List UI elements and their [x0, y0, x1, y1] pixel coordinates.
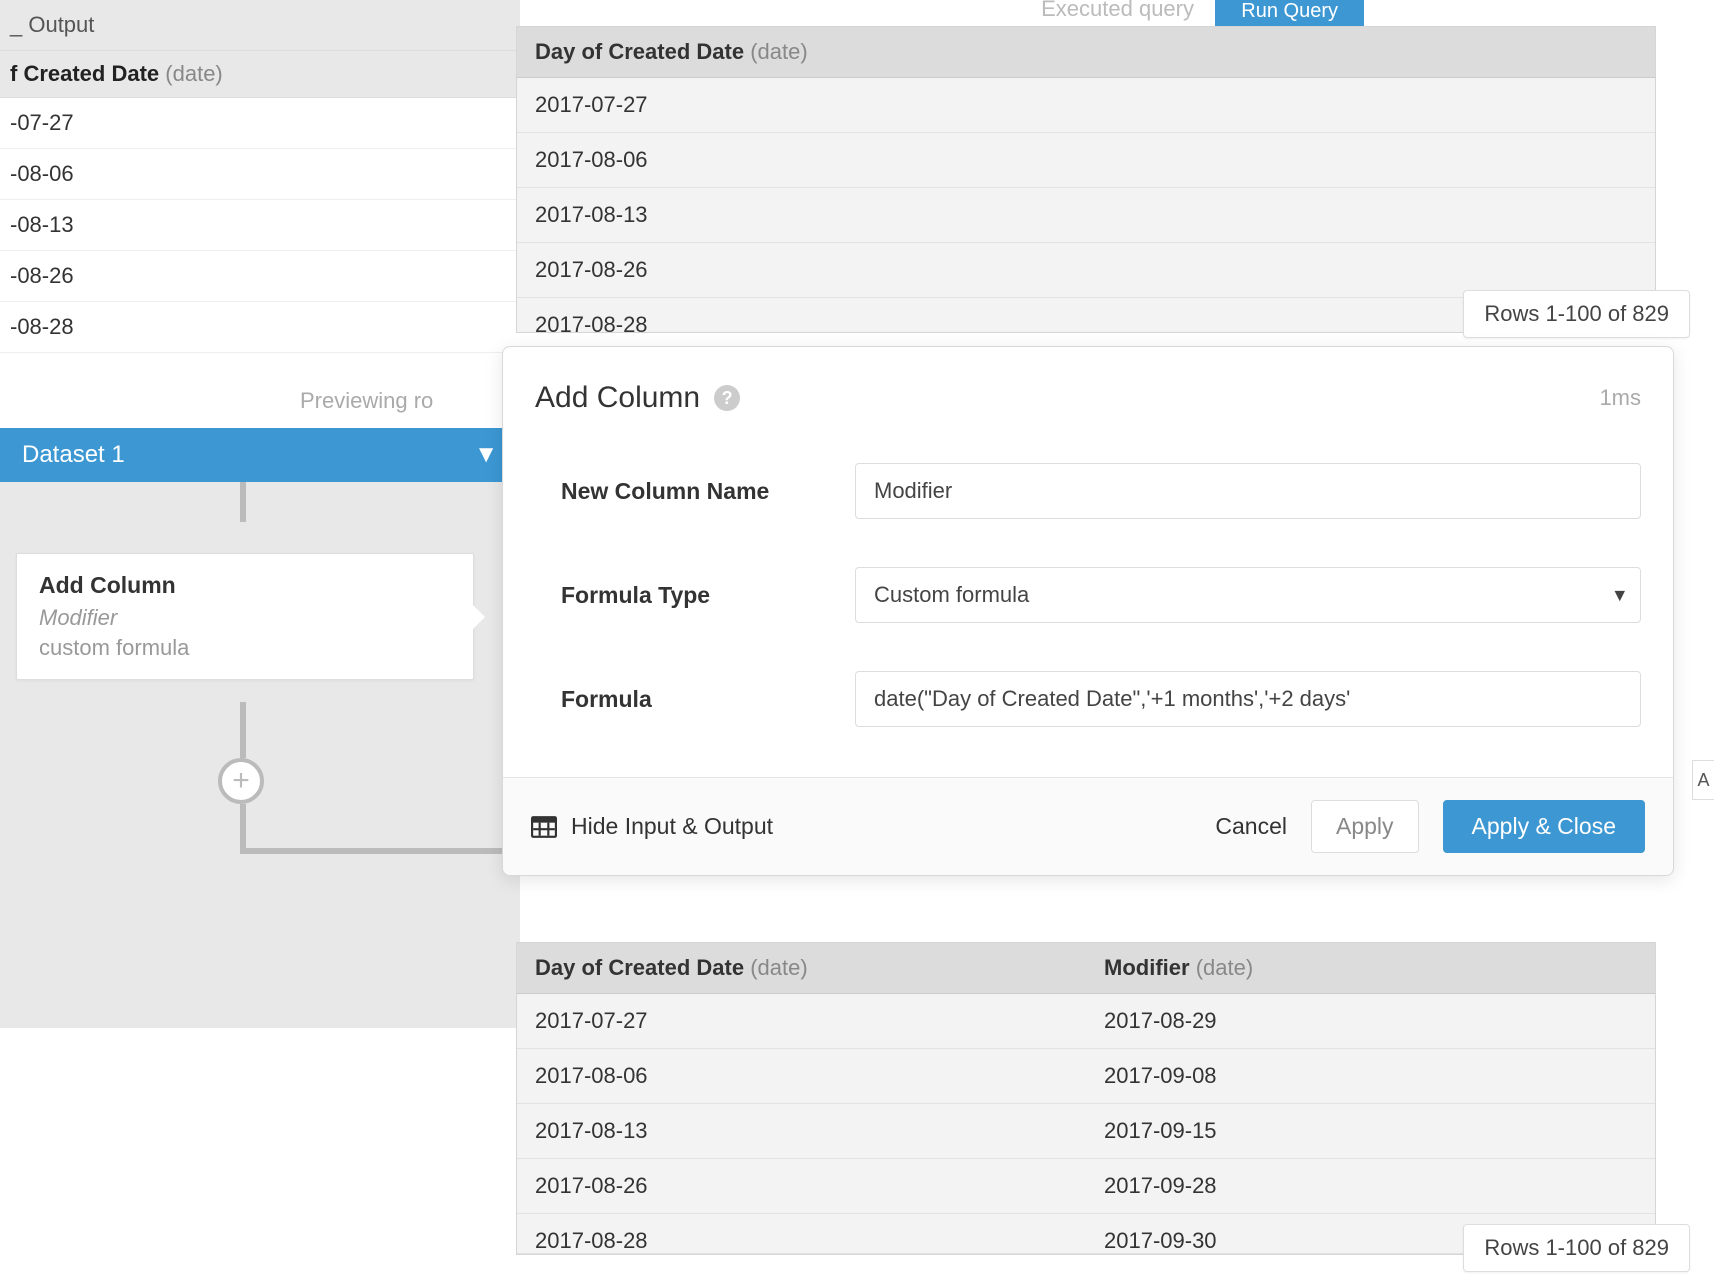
apply-close-button[interactable]: Apply & Close	[1443, 800, 1645, 853]
formula-input[interactable]	[855, 671, 1641, 727]
table-row: -07-27	[0, 98, 520, 149]
column-label: Day of Created Date	[535, 955, 744, 980]
table-row: -08-26	[0, 251, 520, 302]
table-cell: 2017-08-13	[517, 1104, 1086, 1159]
apply-button[interactable]: Apply	[1311, 800, 1419, 853]
table-cell: 2017-09-08	[1086, 1049, 1655, 1104]
left-output-title: _ Output	[10, 12, 94, 37]
table-row: 2017-08-06	[517, 133, 1655, 188]
left-column-label: f Created Date	[10, 61, 159, 86]
node-title: Add Column	[39, 572, 451, 599]
table-cell: 2017-07-27	[517, 994, 1086, 1049]
chevron-down-icon: ▼	[474, 441, 498, 469]
left-output-header: _ Output	[0, 0, 520, 51]
rows-count-badge: Rows 1-100 of 829	[1463, 290, 1690, 338]
executed-query-label: Executed query	[1041, 0, 1194, 22]
table-cell: 2017-08-26	[517, 1159, 1086, 1214]
table-row: -08-13	[0, 200, 520, 251]
node-formula-type: custom formula	[39, 635, 451, 661]
table-row: 2017-08-13	[517, 188, 1655, 243]
new-column-name-label: New Column Name	[535, 478, 855, 505]
help-icon[interactable]: ?	[714, 385, 740, 411]
table-cell: 2017-09-28	[1086, 1159, 1655, 1214]
table-cell: 2017-08-28	[517, 1214, 1086, 1254]
node-subtitle: Modifier	[39, 605, 451, 631]
left-output-table: _ Output f Created Date (date) -07-27 -0…	[0, 0, 520, 353]
side-tab[interactable]: A	[1692, 760, 1714, 800]
new-column-name-input[interactable]	[855, 463, 1641, 519]
add-step-button[interactable]: +	[218, 758, 264, 804]
add-column-modal: Add Column ? 1ms New Column Name Formula…	[502, 346, 1674, 876]
query-timing: 1ms	[1599, 385, 1641, 411]
table-cell: 2017-09-15	[1086, 1104, 1655, 1159]
table-icon	[531, 816, 557, 838]
hide-io-label: Hide Input & Output	[571, 813, 773, 840]
pipe-connector	[240, 482, 246, 522]
previewing-label: Previewing ro	[300, 388, 433, 414]
column-header[interactable]: Day of Created Date (date)	[517, 27, 1655, 78]
input-preview-table: Day of Created Date (date) 2017-07-27 20…	[516, 26, 1656, 333]
column-header[interactable]: Modifier (date)	[1086, 943, 1655, 994]
modal-title: Add Column ?	[535, 381, 740, 415]
plus-icon: +	[232, 764, 250, 798]
left-column-type: (date)	[165, 61, 222, 86]
table-row: -08-06	[0, 149, 520, 200]
column-type: (date)	[750, 955, 807, 980]
dataset-label: Dataset 1	[22, 441, 125, 469]
table-row: -08-28	[0, 302, 520, 353]
table-row: 2017-07-27	[517, 78, 1655, 133]
column-header[interactable]: Day of Created Date (date)	[517, 943, 1086, 994]
run-query-button[interactable]: Run Query	[1215, 0, 1364, 29]
output-preview-table: Day of Created Date (date) Modifier (dat…	[516, 942, 1656, 1255]
table-cell: 2017-08-29	[1086, 994, 1655, 1049]
pipe-connector	[240, 804, 246, 854]
column-type: (date)	[750, 39, 807, 64]
modal-title-text: Add Column	[535, 381, 700, 415]
formula-type-label: Formula Type	[535, 582, 855, 609]
column-type: (date)	[1196, 955, 1253, 980]
left-column-header: f Created Date (date)	[0, 51, 520, 98]
formula-type-select[interactable]: Custom formula	[855, 567, 1641, 623]
table-cell: 2017-08-06	[517, 1049, 1086, 1104]
cancel-button[interactable]: Cancel	[1215, 813, 1287, 840]
pipeline-panel: Dataset 1 ▼ Add Column Modifier custom f…	[0, 428, 520, 1028]
formula-label: Formula	[535, 686, 855, 713]
pipe-connector	[240, 848, 520, 854]
add-column-node[interactable]: Add Column Modifier custom formula	[16, 553, 474, 680]
rows-count-badge: Rows 1-100 of 829	[1463, 1224, 1690, 1272]
dataset-bar[interactable]: Dataset 1 ▼	[0, 428, 520, 482]
column-label: Modifier	[1104, 955, 1190, 980]
column-label: Day of Created Date	[535, 39, 744, 64]
hide-input-output-toggle[interactable]: Hide Input & Output	[531, 813, 773, 840]
pipe-connector	[240, 702, 246, 758]
